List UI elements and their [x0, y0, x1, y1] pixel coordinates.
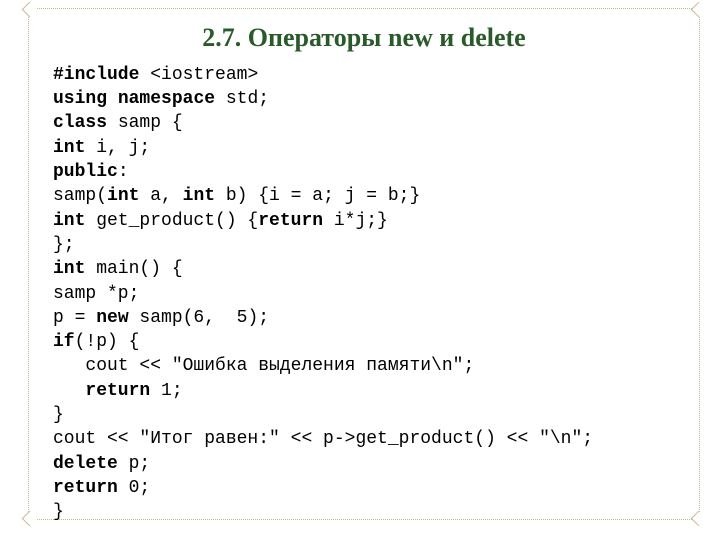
- code-text: i*j;}: [323, 211, 388, 231]
- code-text: get_product() {: [85, 211, 258, 231]
- code-text: p;: [118, 454, 150, 474]
- keyword: return: [258, 211, 323, 231]
- code-text: [53, 381, 85, 401]
- corner-decoration: [691, 2, 707, 18]
- code-text: 1;: [150, 381, 182, 401]
- code-text: samp *p;: [53, 284, 139, 304]
- slide-frame: 2.7. Операторы new и delete #include <io…: [28, 8, 700, 520]
- keyword: return: [85, 381, 150, 401]
- keyword: namespace: [118, 89, 215, 109]
- code-text: samp(6, 5);: [129, 308, 269, 328]
- code-text: 0;: [118, 478, 150, 498]
- section-heading: 2.7. Операторы new и delete: [53, 23, 675, 53]
- keyword: delete: [53, 454, 118, 474]
- corner-decoration: [691, 511, 707, 527]
- keyword: int: [53, 138, 85, 158]
- code-text: p =: [53, 308, 96, 328]
- code-text: a,: [139, 186, 182, 206]
- keyword: class: [53, 113, 107, 133]
- code-text: }: [53, 405, 64, 425]
- code-text: samp {: [107, 113, 183, 133]
- code-text: i, j;: [85, 138, 150, 158]
- keyword: int: [107, 186, 139, 206]
- keyword: #include: [53, 65, 139, 85]
- keyword: int: [183, 186, 215, 206]
- code-text: cout << "Ошибка выделения памяти\n";: [53, 356, 474, 376]
- code-text: };: [53, 235, 75, 255]
- code-text: [107, 89, 118, 109]
- keyword: if: [53, 332, 75, 352]
- keyword: using: [53, 89, 107, 109]
- code-text: std;: [215, 89, 269, 109]
- keyword: int: [53, 211, 85, 231]
- keyword: new: [96, 308, 128, 328]
- code-text: :: [118, 162, 129, 182]
- code-text: <iostream>: [139, 65, 258, 85]
- code-text: samp(: [53, 186, 107, 206]
- code-text: b) {i = a; j = b;}: [215, 186, 420, 206]
- keyword: return: [53, 478, 118, 498]
- keyword: public: [53, 162, 118, 182]
- code-text: (!p) {: [75, 332, 140, 352]
- keyword: int: [53, 259, 85, 279]
- corner-decoration: [22, 2, 38, 18]
- corner-decoration: [22, 511, 38, 527]
- code-text: main() {: [85, 259, 182, 279]
- code-text: cout << "Итог равен:" << p->get_product(…: [53, 429, 593, 449]
- code-block: #include <iostream> using namespace std;…: [53, 63, 675, 525]
- code-text: }: [53, 502, 64, 522]
